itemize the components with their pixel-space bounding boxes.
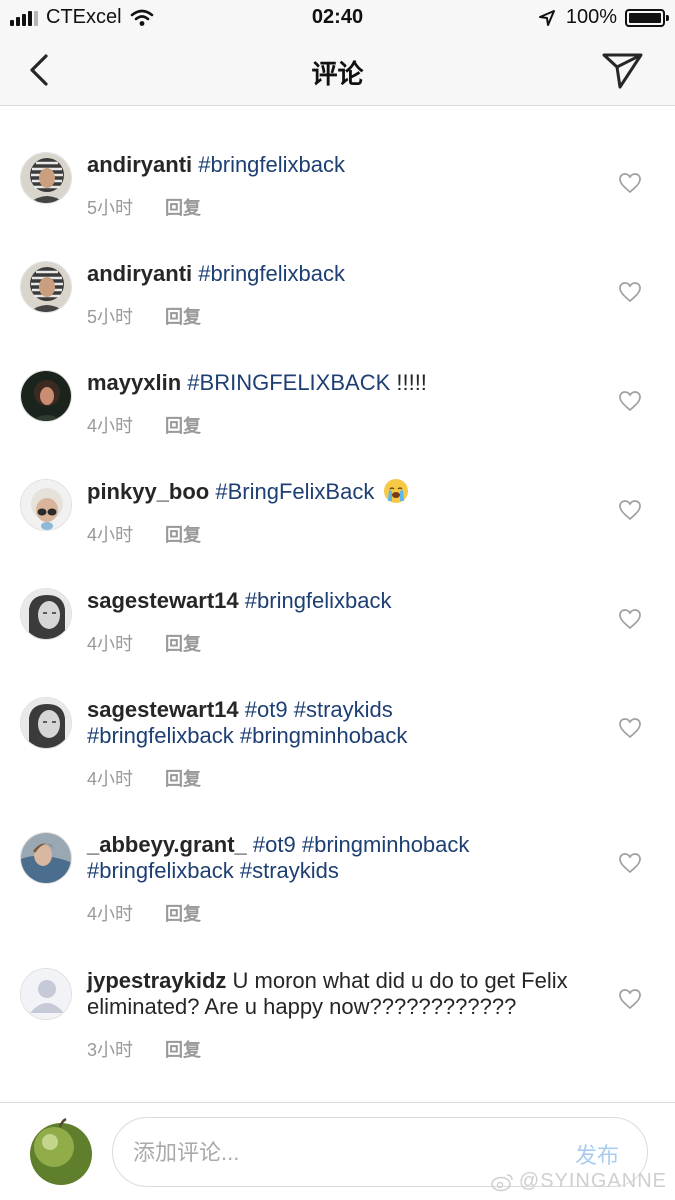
watermark: @SYINGANNE xyxy=(491,1170,667,1193)
hashtag-link[interactable]: #ot9 xyxy=(253,832,296,857)
hashtag-link[interactable]: #BringFelixBack xyxy=(215,479,374,504)
comment-input[interactable] xyxy=(133,1136,553,1170)
comment-text: mayyxlin #BRINGFELIXBACK !!!!! xyxy=(87,370,607,396)
crying-face-icon xyxy=(384,479,409,503)
share-button[interactable] xyxy=(601,50,645,90)
battery-icon xyxy=(625,8,669,27)
comment-time: 5小时 xyxy=(87,198,134,218)
hashtag-link[interactable]: #ot9 xyxy=(245,697,288,722)
comment-text: sagestewart14 #bringfelixback xyxy=(87,588,607,614)
avatar[interactable] xyxy=(20,261,72,313)
avatar[interactable] xyxy=(20,370,72,422)
comments-screen: CTExcel 02:40 100% 评论 andiryanti #bringf… xyxy=(0,0,675,1200)
nav-bar: 评论 xyxy=(0,36,675,106)
comment-meta: 5小时 回复 xyxy=(87,303,201,329)
comment-time: 4小时 xyxy=(87,416,134,436)
comment-username[interactable]: jypestraykidz xyxy=(87,968,226,993)
heart-outline-icon[interactable] xyxy=(618,852,642,874)
watermark-text: @SYINGANNE xyxy=(518,1170,667,1192)
comment-username[interactable]: sagestewart14 xyxy=(87,588,239,613)
reply-button[interactable]: 回复 xyxy=(165,198,201,218)
reply-button[interactable]: 回复 xyxy=(165,416,201,436)
comment-time: 4小时 xyxy=(87,904,134,924)
comment-text: _abbeyy.grant_ #ot9 #bringminhoback #brin… xyxy=(87,832,607,884)
avatar[interactable] xyxy=(20,832,72,884)
avatar[interactable] xyxy=(20,152,72,204)
hashtag-link[interactable]: #bringfelixback xyxy=(198,261,345,286)
hashtag-link[interactable]: #bringfelixback xyxy=(198,152,345,177)
hashtag-link[interactable]: #straykids xyxy=(240,858,339,883)
hashtag-link[interactable]: #straykids xyxy=(294,697,393,722)
comment-meta: 4小时 回复 xyxy=(87,765,201,791)
comment-meta: 4小时 回复 xyxy=(87,412,201,438)
avatar[interactable] xyxy=(20,588,72,640)
comment-time: 5小时 xyxy=(87,307,134,327)
heart-outline-icon[interactable] xyxy=(618,499,642,521)
heart-outline-icon[interactable] xyxy=(618,988,642,1010)
location-arrow-icon xyxy=(538,9,555,26)
comment-username[interactable]: andiryanti xyxy=(87,261,192,286)
heart-outline-icon[interactable] xyxy=(618,717,642,739)
heart-outline-icon[interactable] xyxy=(618,172,642,194)
heart-outline-icon[interactable] xyxy=(618,608,642,630)
comment-username[interactable]: _abbeyy.grant_ xyxy=(87,832,247,857)
hashtag-link[interactable]: #bringfelixback xyxy=(245,588,392,613)
comment-time: 3小时 xyxy=(87,1040,134,1060)
comment-meta: 4小时 回复 xyxy=(87,521,201,547)
comment-time: 4小时 xyxy=(87,634,134,654)
comment-time: 4小时 xyxy=(87,769,134,789)
comment-text: andiryanti #bringfelixback xyxy=(87,152,607,178)
comment-username[interactable]: mayyxlin xyxy=(87,370,181,395)
reply-button[interactable]: 回复 xyxy=(165,525,201,545)
weibo-icon xyxy=(491,1173,513,1191)
comment-meta: 3小时 回复 xyxy=(87,1036,201,1062)
reply-button[interactable]: 回复 xyxy=(165,634,201,654)
hashtag-link[interactable]: #bringfelixback xyxy=(87,858,234,883)
comment-time: 4小时 xyxy=(87,525,134,545)
reply-button[interactable]: 回复 xyxy=(165,769,201,789)
comment-text: jypestraykidz U moron what did u do to g… xyxy=(87,968,597,1020)
hashtag-link[interactable]: #bringminhoback xyxy=(302,832,470,857)
heart-outline-icon[interactable] xyxy=(618,390,642,412)
comment-username[interactable]: andiryanti xyxy=(87,152,192,177)
reply-button[interactable]: 回复 xyxy=(165,1040,201,1060)
paper-plane-icon xyxy=(602,53,643,89)
post-button[interactable]: 发布 xyxy=(575,1138,619,1170)
battery-percent: 100% xyxy=(565,6,617,28)
comment-meta: 4小时 回复 xyxy=(87,900,201,926)
comment-text: andiryanti #bringfelixback xyxy=(87,261,607,287)
heart-outline-icon[interactable] xyxy=(618,281,642,303)
hashtag-link[interactable]: #bringfelixback xyxy=(87,723,234,748)
reply-button[interactable]: 回复 xyxy=(165,904,201,924)
comment-meta: 5小时 回复 xyxy=(87,194,201,220)
hashtag-link[interactable]: #bringminhoback xyxy=(240,723,408,748)
comment-text: pinkyy_boo #BringFelixBack xyxy=(87,479,607,505)
comment-username[interactable]: sagestewart14 xyxy=(87,697,239,722)
comment-username[interactable]: pinkyy_boo xyxy=(87,479,209,504)
comment-text: sagestewart14 #ot9 #straykids #bringfelix… xyxy=(87,697,607,749)
status-bar: CTExcel 02:40 100% xyxy=(0,0,675,36)
comment-body: !!!!! xyxy=(390,370,427,395)
reply-button[interactable]: 回复 xyxy=(165,307,201,327)
comment-meta: 4小时 回复 xyxy=(87,630,201,656)
status-right: 100% xyxy=(538,6,669,29)
avatar[interactable] xyxy=(20,479,72,531)
page-title: 评论 xyxy=(311,59,364,89)
hashtag-link[interactable]: #BRINGFELIXBACK xyxy=(187,370,390,395)
avatar[interactable] xyxy=(20,697,72,749)
my-avatar[interactable] xyxy=(24,1115,98,1189)
default-avatar[interactable] xyxy=(20,968,72,1020)
